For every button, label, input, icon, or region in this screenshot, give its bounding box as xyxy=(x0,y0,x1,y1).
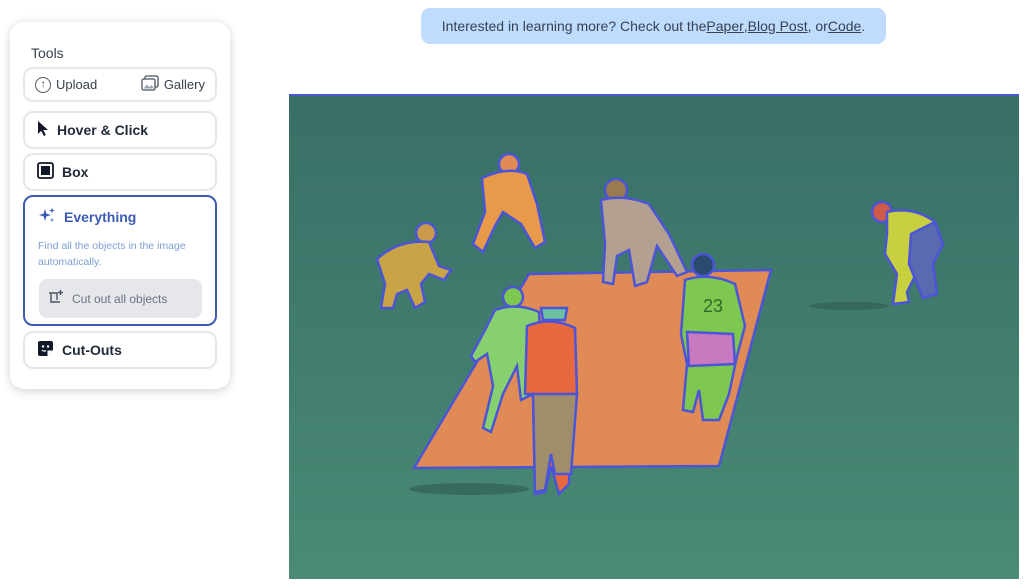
banner-suffix: . xyxy=(861,18,866,34)
code-link[interactable]: Code xyxy=(828,18,861,34)
cut-out-all-button[interactable]: Cut out all objects xyxy=(39,279,202,318)
upload-button[interactable]: ↑ Upload xyxy=(35,76,98,93)
everything-card[interactable]: Everything Find all the objects in the i… xyxy=(23,195,217,326)
everything-header: Everything xyxy=(38,207,136,227)
gallery-label: Gallery xyxy=(163,77,205,92)
jersey-number: 23 xyxy=(703,296,723,316)
blog-post-link[interactable]: Blog Post xyxy=(748,18,808,34)
gallery-button[interactable]: Gallery xyxy=(141,75,205,94)
box-button[interactable]: Box xyxy=(23,153,217,191)
tools-title: Tools xyxy=(31,45,64,61)
paper-link[interactable]: Paper xyxy=(706,18,743,34)
box-label: Box xyxy=(62,164,89,180)
cutouts-button[interactable]: Cut-Outs xyxy=(23,331,217,369)
sticker-icon xyxy=(37,340,54,360)
banner-sep-2: , or xyxy=(807,18,828,34)
banner-prefix: Interested in learning more? Check out t… xyxy=(441,18,707,34)
upload-gallery-row: ↑ Upload Gallery xyxy=(23,67,217,102)
segmented-image[interactable]: 23 xyxy=(289,94,1019,579)
upload-label: Upload xyxy=(56,77,98,92)
box-icon xyxy=(37,162,54,182)
cursor-icon xyxy=(37,120,49,140)
hover-click-label: Hover & Click xyxy=(57,122,149,138)
info-banner: Interested in learning more? Check out t… xyxy=(421,8,886,44)
cut-out-all-label: Cut out all objects xyxy=(72,291,168,306)
gallery-icon xyxy=(141,75,159,94)
everything-description: Find all the objects in the image automa… xyxy=(38,240,186,268)
upload-arrow-icon: ↑ xyxy=(35,76,51,93)
sparkles-icon xyxy=(38,207,56,227)
hover-click-button[interactable]: Hover & Click xyxy=(23,111,217,149)
tools-panel: Tools ↑ Upload Gallery Hover & Click Box… xyxy=(10,22,230,389)
everything-label: Everything xyxy=(64,209,137,225)
cutouts-label: Cut-Outs xyxy=(62,342,122,358)
crop-plus-icon xyxy=(48,289,64,308)
cricket-scene: 23 xyxy=(289,94,1019,579)
